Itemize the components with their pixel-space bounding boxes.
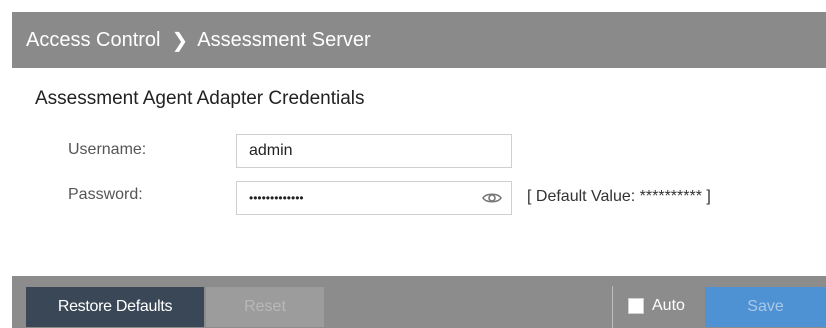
auto-checkbox[interactable] — [628, 298, 644, 314]
breadcrumb-access-control[interactable]: Access Control — [26, 29, 161, 52]
footer-toolbar: Restore Defaults Reset Auto Save — [12, 276, 826, 328]
page-header: Access Control ❯ Assessment Server — [12, 12, 826, 68]
top-margin — [0, 0, 826, 12]
auto-toggle[interactable]: Auto — [628, 297, 685, 315]
toolbar-divider — [612, 286, 613, 328]
breadcrumb-separator-icon: ❯ — [171, 29, 189, 52]
restore-defaults-button[interactable]: Restore Defaults — [26, 287, 204, 327]
eye-icon[interactable] — [481, 189, 503, 207]
save-button[interactable]: Save — [705, 287, 826, 327]
reset-button[interactable]: Reset — [206, 287, 324, 327]
eye-icon-graphic — [482, 193, 502, 203]
auto-label: Auto — [652, 297, 685, 314]
username-field[interactable] — [236, 134, 512, 168]
username-label: Username: — [68, 141, 147, 158]
password-label: Password: — [68, 186, 143, 203]
section-title: Assessment Agent Adapter Credentials — [35, 88, 365, 109]
breadcrumb: Access Control ❯ Assessment Server — [26, 28, 371, 53]
password-default-hint: [ Default Value: ********** ] — [527, 188, 711, 205]
password-field[interactable] — [236, 181, 512, 215]
breadcrumb-assessment-server: Assessment Server — [197, 28, 371, 51]
